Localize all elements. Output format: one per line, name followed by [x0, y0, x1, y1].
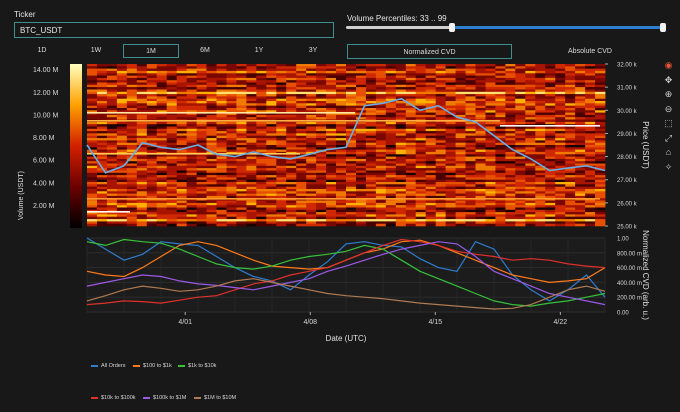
date-tick-label: 4/15	[428, 319, 442, 326]
colorbar-tick-label: 10.00 M	[33, 112, 58, 119]
date-axis: 4/01 4/08 4/15 4/22	[178, 312, 567, 326]
legend-label: $100k to $1M	[153, 395, 187, 401]
volume-axis-title: Volume (USDT)	[18, 171, 25, 220]
legend-swatch	[143, 396, 150, 399]
colorbar-tick-label: 6.00 M	[33, 158, 55, 165]
date-tick-label: 4/01	[178, 319, 192, 326]
legend-swatch	[91, 396, 98, 399]
legend-label: $1M to $10M	[204, 395, 237, 401]
legend-label: All Orders	[101, 363, 126, 369]
volume-colorbar: 2.00 M 4.00 M 6.00 M 8.00 M 10.00 M 12.00 M 14…	[33, 64, 82, 228]
date-axis-title: Date (UTC)	[326, 334, 367, 343]
legend-item[interactable]: $1k to $10k	[178, 363, 216, 369]
legend-swatch	[178, 364, 185, 367]
cvd-tick-label: 200.00 m	[617, 296, 642, 302]
colorbar-tick-label: 4.00 M	[33, 180, 55, 187]
legend-label: $1k to $10k	[188, 363, 217, 369]
price-axis: 25.00 k 26.00 k 27.00 k 28.00 k 29.00 k 30.00…	[605, 63, 638, 231]
legend-item[interactable]: $100 to $1k	[133, 363, 172, 369]
legend-swatch	[133, 364, 140, 367]
legend-swatch	[194, 396, 201, 399]
price-tick-label: 32.00 k	[617, 63, 638, 69]
legend-label: $10k to $100k	[101, 395, 136, 401]
legend-item[interactable]: $100k to $1M	[143, 395, 186, 401]
legend-item[interactable]: All Orders	[91, 363, 125, 369]
colorbar-tick-label: 8.00 M	[33, 135, 55, 142]
cvd-tick-label: 800.00 m	[617, 251, 642, 257]
cvd-tick-label: 600.00 m	[617, 266, 642, 272]
cvd-tick-label: 400.00 m	[617, 281, 642, 287]
cvd-tick-label: 1.00	[617, 237, 629, 243]
colorbar-tick-label: 12.00 M	[33, 90, 58, 97]
price-tick-label: 27.00 k	[617, 178, 638, 184]
price-tick-label: 26.00 k	[617, 201, 638, 207]
colorbar-tick-label: 2.00 M	[33, 203, 55, 210]
price-tick-label: 31.00 k	[617, 86, 638, 92]
chart-canvas[interactable]: 25.00 k 26.00 k 27.00 k 28.00 k 29.00 k 30.00…	[0, 0, 680, 412]
legend-item[interactable]: $10k to $100k	[91, 395, 136, 401]
date-tick-label: 4/08	[303, 319, 317, 326]
price-axis-title: Price (USDT)	[641, 121, 650, 169]
price-tick-label: 28.00 k	[617, 155, 638, 161]
colorbar-gradient	[70, 64, 82, 228]
date-tick-label: 4/22	[554, 319, 568, 326]
cvd-axis-title: Normalized CVD (arb. u.)	[641, 230, 650, 320]
cvd-plot[interactable]: 0.00 200.00 m 400.00 m 600.00 m 800.00 m 1.00	[86, 237, 642, 317]
cvd-tick-label: 0.00	[617, 311, 629, 317]
price-tick-label: 29.00 k	[617, 132, 638, 138]
price-tick-label: 25.00 k	[617, 225, 638, 231]
legend-swatch	[91, 364, 98, 367]
legend-label: $100 to $1k	[143, 363, 172, 369]
colorbar-tick-label: 14.00 M	[33, 67, 58, 74]
price-tick-label: 30.00 k	[617, 109, 638, 115]
legend-item[interactable]: $1M to $10M	[194, 395, 236, 401]
